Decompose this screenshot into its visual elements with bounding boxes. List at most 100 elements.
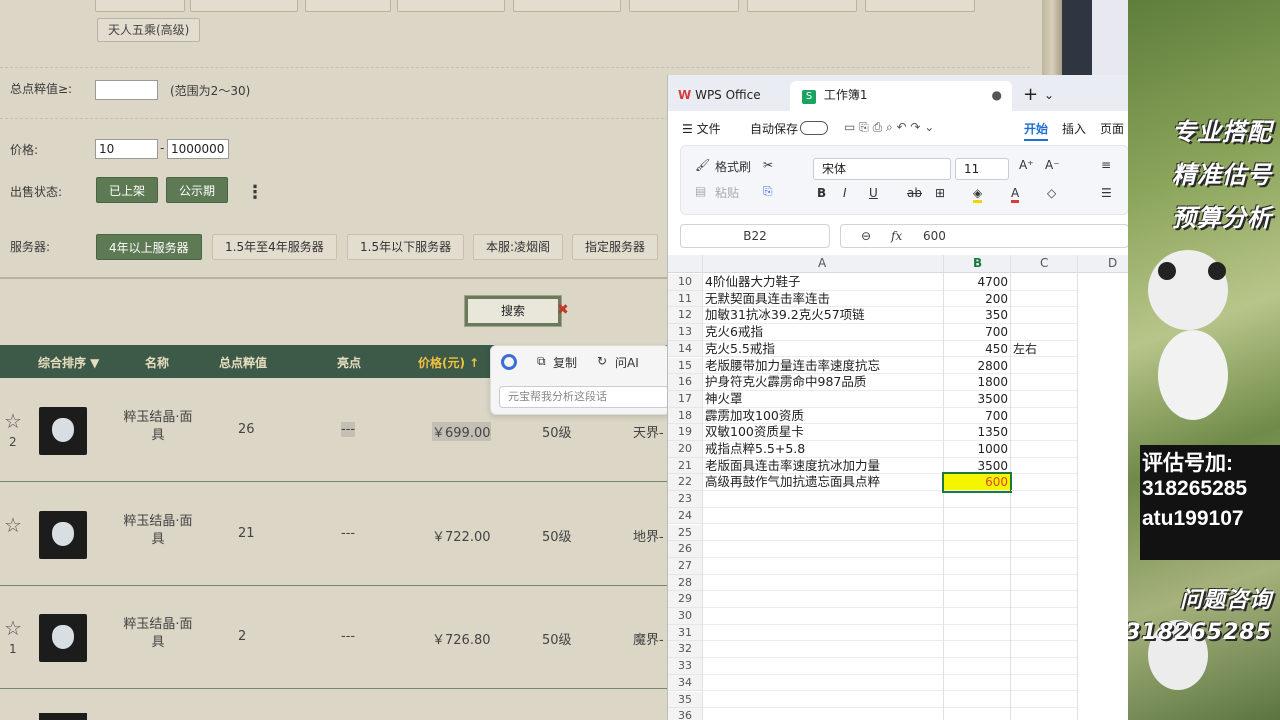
toolbar-quick-icons[interactable]: ▭ ⎘ ⎙ ⌕ ↶ ↷ ⌄ [844, 120, 934, 135]
unsaved-dot-icon[interactable]: ● [992, 81, 1002, 109]
total-points-input[interactable] [95, 80, 158, 100]
paste-icon[interactable]: ▤ [695, 184, 706, 198]
cell-a[interactable] [703, 491, 943, 508]
row-number[interactable]: 12 [668, 307, 702, 325]
column-a-header[interactable]: A [818, 256, 826, 270]
column-b-header[interactable]: B [973, 256, 982, 270]
cell-b[interactable] [944, 508, 1010, 525]
cell-c[interactable] [1011, 541, 1077, 558]
column-d-header[interactable]: D [1108, 256, 1117, 270]
row-number[interactable]: 27 [668, 557, 702, 575]
format-painter-icon[interactable]: 🖌 [695, 158, 710, 172]
row-number[interactable]: 24 [668, 507, 702, 525]
paste-button[interactable]: 粘贴 [715, 184, 739, 201]
cell-a[interactable]: 护身符克火霹雳命中987品质 [703, 374, 943, 391]
cell-a[interactable]: 克火5.5戒指 [703, 341, 943, 358]
border-icon[interactable]: ⊞ [935, 186, 945, 200]
align-left-icon[interactable]: ☰ [1101, 186, 1112, 200]
bold-icon[interactable]: B [817, 186, 826, 200]
cell-c[interactable] [1011, 324, 1077, 341]
cell-c[interactable] [1011, 491, 1077, 508]
tag-button-top-2[interactable] [190, 0, 298, 12]
tag-button-top-8[interactable] [865, 0, 975, 12]
cell-c[interactable] [1011, 608, 1077, 625]
search-button[interactable]: 搜索 [464, 295, 562, 327]
cell-a[interactable]: 霹雳加攻100资质 [703, 408, 943, 425]
cut-icon[interactable]: ✂ [763, 158, 773, 172]
column-c-header[interactable]: C [1040, 256, 1048, 270]
row-number[interactable]: 21 [668, 457, 702, 475]
cell-c[interactable] [1011, 525, 1077, 542]
cell-a[interactable]: 神火罩 [703, 391, 943, 408]
col-price-sort[interactable]: 价格(元) ↑ [418, 354, 479, 371]
cell-a[interactable] [703, 625, 943, 642]
cell-b[interactable]: 200 [944, 291, 1010, 308]
cell-a[interactable] [703, 558, 943, 575]
row-number[interactable]: 15 [668, 357, 702, 375]
server-1-5-to-4y-button[interactable]: 1.5年至4年服务器 [212, 234, 337, 260]
cell-b[interactable]: 3500 [944, 458, 1010, 475]
cell-b[interactable] [944, 608, 1010, 625]
cell-c[interactable] [1011, 408, 1077, 425]
format-painter-button[interactable]: 格式刷 [715, 158, 751, 175]
tag-button-top-7[interactable] [747, 0, 857, 12]
cell-b[interactable] [944, 525, 1010, 542]
cell-c[interactable] [1011, 424, 1077, 441]
tab-page[interactable]: 页面 [1100, 120, 1124, 137]
cell-a[interactable]: 4阶仙器大力鞋子 [703, 274, 943, 291]
cell-b[interactable] [944, 658, 1010, 675]
table-row[interactable]: ☆ 1 粹玉结晶·面具 2 --- ￥726.80 50级 魔界- [0, 586, 680, 689]
ai-question-input[interactable]: 元宝帮我分析这段话 [499, 386, 669, 408]
chevron-down-icon[interactable]: ⌄ [1044, 81, 1054, 111]
zoom-icon[interactable]: ⊖ [861, 225, 871, 247]
autosave-toggle[interactable] [800, 121, 828, 135]
cell-a[interactable]: 加敏31抗冰39.2克火57项链 [703, 307, 943, 325]
fx-icon[interactable]: fx [891, 225, 902, 247]
cell-a[interactable]: 双敏100资质星卡 [703, 424, 943, 441]
row-number[interactable]: 23 [668, 491, 702, 508]
cell-a[interactable] [703, 541, 943, 558]
item-name[interactable]: 粹玉结晶·面具 [120, 513, 196, 549]
cell-b[interactable] [944, 491, 1010, 508]
cell-c[interactable] [1011, 575, 1077, 592]
cell-c[interactable] [1011, 591, 1077, 608]
cell-c[interactable]: 左右 [1011, 341, 1077, 358]
new-tab-plus-icon[interactable]: + [1023, 81, 1038, 111]
cell-c[interactable] [1011, 675, 1077, 692]
cell-c[interactable] [1011, 458, 1077, 475]
row-number[interactable]: 18 [668, 407, 702, 425]
cell-a[interactable] [703, 575, 943, 592]
row-number[interactable]: 17 [668, 390, 702, 408]
server-lingyange-button[interactable]: 本服:凌烟阁 [473, 234, 564, 260]
copy-format-icon[interactable]: ⎘ [763, 184, 773, 199]
row-number[interactable]: 30 [668, 608, 702, 625]
cell-a[interactable] [703, 675, 943, 692]
font-grow-icon[interactable]: A⁺ [1019, 158, 1034, 172]
cell-b[interactable]: 1000 [944, 441, 1010, 458]
cell-c[interactable] [1011, 374, 1077, 391]
cell-a[interactable] [703, 708, 943, 720]
row-number[interactable]: 22 [668, 474, 702, 492]
formula-input[interactable]: ⊖ fx 600 [840, 224, 1128, 248]
tag-button-tianren[interactable]: 天人五乘(高级) [97, 18, 201, 42]
price-max-input[interactable]: 1000000 [167, 139, 229, 159]
spreadsheet-grid[interactable]: A B C D 10 4阶仙器大力鞋子 4700 11 无默契面具连击率连击 200 12 加… [668, 255, 1128, 720]
sort-dropdown[interactable]: 综合排序 ▼ [38, 354, 99, 371]
more-options-icon[interactable]: ⋮ [246, 182, 264, 203]
tag-button-top-1[interactable] [95, 0, 185, 12]
row-number[interactable]: 34 [668, 674, 702, 692]
cell-a[interactable] [703, 508, 943, 525]
cell-a[interactable]: 高级再鼓作气加抗遗忘面具点粹 [703, 474, 943, 492]
row-number[interactable]: 32 [668, 641, 702, 659]
cell-a[interactable] [703, 525, 943, 542]
cell-c[interactable] [1011, 708, 1077, 720]
cell-c[interactable] [1011, 291, 1077, 308]
copy-icon[interactable]: ⧉ [537, 354, 546, 369]
table-row[interactable]: ☆ 粹玉结晶·面具 21 --- ￥722.00 50级 地界- [0, 483, 680, 586]
strikethrough-icon[interactable]: ab [907, 186, 922, 200]
font-size-select[interactable]: 11 [955, 158, 1009, 180]
cell-c[interactable] [1011, 274, 1077, 291]
underline-icon[interactable]: U [869, 186, 878, 200]
cell-b[interactable] [944, 591, 1010, 608]
row-number[interactable]: 35 [668, 691, 702, 709]
